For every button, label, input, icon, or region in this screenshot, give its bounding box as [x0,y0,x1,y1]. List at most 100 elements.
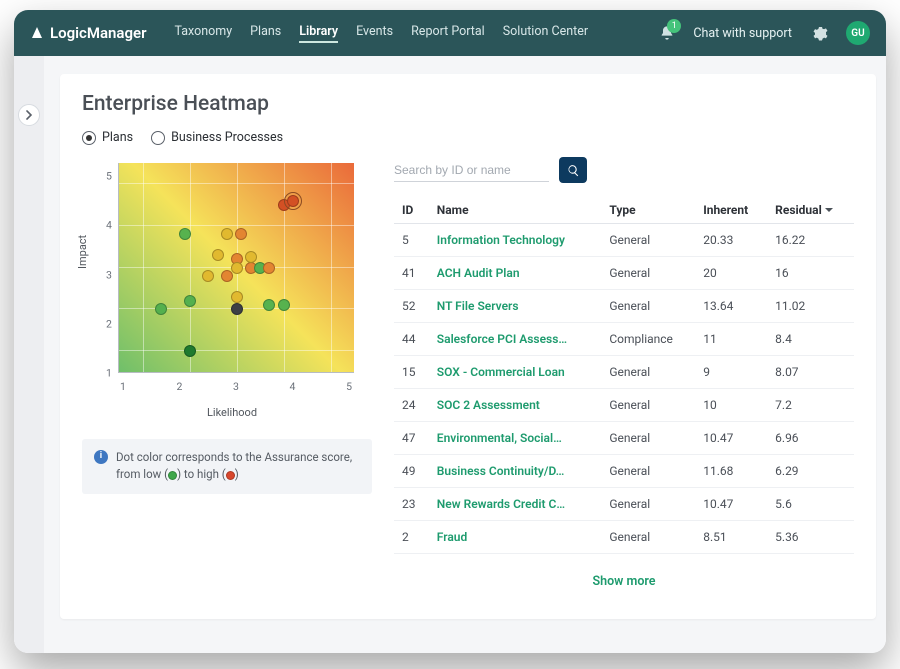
cell-type: General [601,356,695,389]
notifications-button[interactable]: 1 [659,25,675,41]
col-name[interactable]: Name [429,197,602,224]
cell-residual: 8.4 [767,323,854,356]
cell-inherent: 10.47 [695,488,767,521]
nav-taxonomy[interactable]: Taxonomy [174,24,232,43]
cell-type: General [601,224,695,257]
radio-dot-icon [82,131,96,145]
nav-library[interactable]: Library [299,24,338,43]
cell-name[interactable]: Business Continuity/D… [429,455,602,488]
settings-button[interactable] [810,24,828,42]
table-row: 52NT File ServersGeneral13.6411.02 [394,290,854,323]
search-button[interactable] [559,157,587,183]
chart-dot[interactable] [155,303,167,315]
chart-dot[interactable] [235,228,247,240]
chart-dot[interactable] [263,299,275,311]
table-row: 5Information TechnologyGeneral20.3316.22 [394,224,854,257]
chart-dot[interactable] [278,299,290,311]
cell-name[interactable]: NT File Servers [429,290,602,323]
cell-id: 41 [394,257,429,290]
chart-dot[interactable] [202,270,214,282]
nav-events[interactable]: Events [356,24,393,43]
left-rail [14,56,44,653]
avatar[interactable]: GU [846,21,870,45]
search-input[interactable] [394,159,549,182]
info-icon: i [94,450,108,464]
radio-business-processes[interactable]: Business Processes [151,130,283,145]
cell-residual: 16 [767,257,854,290]
nav-solution-center[interactable]: Solution Center [503,24,588,43]
chart-dot[interactable] [221,228,233,240]
cell-residual: 5.36 [767,521,854,554]
chat-support-link[interactable]: Chat with support [693,26,792,41]
cell-type: General [601,455,695,488]
chart-dot[interactable] [184,295,196,307]
radio-plans[interactable]: Plans [82,130,133,145]
chart-dot[interactable] [287,195,299,207]
expand-sidebar-button[interactable] [18,104,40,126]
cell-type: Compliance [601,323,695,356]
chart-dot[interactable] [212,249,224,261]
chart-dot[interactable] [231,262,243,274]
cell-name[interactable]: Salesforce PCI Assess… [429,323,602,356]
y-axis-label: Impact [76,235,89,269]
cell-id: 15 [394,356,429,389]
main-panel: Enterprise Heatmap Plans Business Proces… [60,74,876,619]
cell-id: 23 [394,488,429,521]
results-table: ID Name Type Inherent Residual 5Informat… [394,197,854,554]
cell-name[interactable]: ACH Audit Plan [429,257,602,290]
cell-inherent: 10.47 [695,422,767,455]
y-ticks: 54321 [106,163,112,373]
table-row: 44Salesforce PCI Assess…Compliance118.4 [394,323,854,356]
cell-name[interactable]: Information Technology [429,224,602,257]
cell-name[interactable]: SOX - Commercial Loan [429,356,602,389]
nav-report-portal[interactable]: Report Portal [411,24,485,43]
cell-id: 5 [394,224,429,257]
cell-residual: 16.22 [767,224,854,257]
cell-residual: 7.2 [767,389,854,422]
cell-type: General [601,290,695,323]
cell-inherent: 8.51 [695,521,767,554]
legend-text-b: ) to high ( [177,467,226,481]
col-id[interactable]: ID [394,197,429,224]
table-row: 49Business Continuity/D…General11.686.29 [394,455,854,488]
chart-dot[interactable] [263,262,275,274]
notification-badge: 1 [667,19,681,33]
cell-inherent: 11.68 [695,455,767,488]
high-swatch [226,471,235,480]
cell-name[interactable]: New Rewards Credit C… [429,488,602,521]
plot-area[interactable] [118,163,354,373]
cell-id: 52 [394,290,429,323]
cell-id: 47 [394,422,429,455]
show-more-link[interactable]: Show more [592,574,655,589]
col-inherent[interactable]: Inherent [695,197,767,224]
main-nav: Taxonomy Plans Library Events Report Portal S… [174,24,588,43]
col-residual[interactable]: Residual [767,197,854,224]
brand: LogicManager [30,24,146,42]
low-swatch [168,471,177,480]
cell-inherent: 20.33 [695,224,767,257]
cell-inherent: 20 [695,257,767,290]
col-type[interactable]: Type [601,197,695,224]
cell-residual: 6.96 [767,422,854,455]
x-axis-label: Likelihood [207,406,257,419]
cell-type: General [601,422,695,455]
cell-type: General [601,488,695,521]
legend-text-c: ) [235,467,239,481]
cell-name[interactable]: SOC 2 Assessment [429,389,602,422]
cell-inherent: 10 [695,389,767,422]
radio-bp-label: Business Processes [171,130,283,145]
radio-plans-label: Plans [102,130,133,145]
cell-name[interactable]: Environmental, Social… [429,422,602,455]
cell-inherent: 11 [695,323,767,356]
table-row: 24SOC 2 AssessmentGeneral107.2 [394,389,854,422]
table-row: 47Environmental, Social…General10.476.96 [394,422,854,455]
nav-plans[interactable]: Plans [250,24,281,43]
cell-name[interactable]: Fraud [429,521,602,554]
chart-dot[interactable] [231,303,243,315]
workspace: Enterprise Heatmap Plans Business Proces… [14,56,886,653]
chart-dot[interactable] [184,345,196,357]
brand-name: LogicManager [50,24,146,42]
chart-dot[interactable] [231,291,243,303]
chart-dot[interactable] [245,251,257,263]
chart-dot[interactable] [179,228,191,240]
